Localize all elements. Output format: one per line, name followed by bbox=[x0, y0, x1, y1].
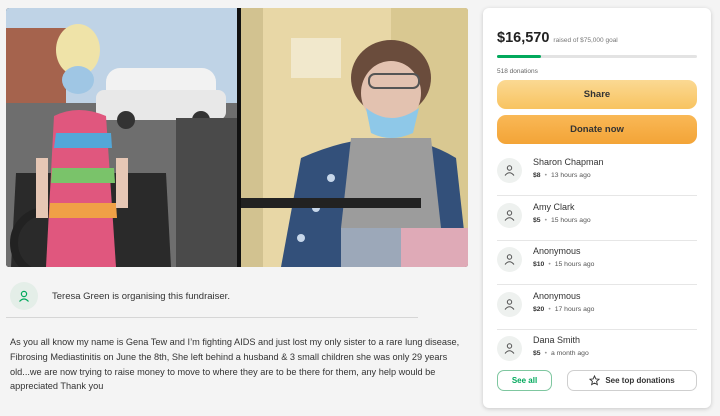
donor-time: 17 hours ago bbox=[554, 306, 595, 313]
see-top-donations-button[interactable]: See top donations bbox=[567, 370, 697, 391]
progress-bar bbox=[497, 55, 697, 58]
donation-heart-icon bbox=[497, 292, 522, 317]
donor-name: Amy Clark bbox=[533, 202, 575, 212]
donor-name: Anonymous bbox=[533, 246, 581, 256]
amount-row: $16,570 raised of $75,000 goal bbox=[497, 30, 618, 46]
amount-raised: $16,570 bbox=[497, 30, 550, 46]
organiser-row: Teresa Green is organising this fundrais… bbox=[6, 281, 468, 311]
share-button[interactable]: Share bbox=[497, 80, 697, 109]
donor-time: a month ago bbox=[550, 350, 589, 357]
donor-item: Anonymous $20 • 17 hours ago bbox=[497, 286, 697, 330]
donation-card: $16,570 raised of $75,000 goal 518 donat… bbox=[483, 8, 711, 408]
donor-meta: $20 • 17 hours ago bbox=[533, 306, 595, 313]
fundraiser-photo-hospital bbox=[241, 8, 468, 267]
donation-heart-icon bbox=[497, 203, 522, 228]
donor-name: Dana Smith bbox=[533, 335, 581, 345]
see-all-button[interactable]: See all bbox=[497, 370, 552, 391]
donor-meta: $5 • a month ago bbox=[533, 350, 589, 357]
organiser-text: Teresa Green is organising this fundrais… bbox=[52, 290, 230, 302]
fundraiser-story: As you all know my name is Gena Tew and … bbox=[10, 337, 460, 392]
donor-meta: $5 • 15 hours ago bbox=[533, 217, 591, 224]
star-icon bbox=[589, 375, 601, 386]
fundraiser-photos bbox=[6, 8, 468, 267]
donor-meta: $10 • 15 hours ago bbox=[533, 261, 595, 268]
donor-name: Anonymous bbox=[533, 291, 581, 301]
donor-amount: $8 bbox=[533, 172, 541, 179]
donor-name: Sharon Chapman bbox=[533, 157, 604, 167]
donor-meta: $8 • 13 hours ago bbox=[533, 172, 591, 179]
donor-amount: $20 bbox=[533, 306, 545, 313]
donation-heart-icon bbox=[497, 247, 522, 272]
donor-item: Amy Clark $5 • 15 hours ago bbox=[497, 197, 697, 241]
goal-text: raised of $75,000 goal bbox=[553, 37, 618, 44]
progress-fill bbox=[497, 55, 542, 58]
donor-amount: $5 bbox=[533, 350, 541, 357]
donation-heart-icon bbox=[497, 158, 522, 183]
divider bbox=[6, 317, 418, 318]
donations-count: 518 donations bbox=[497, 68, 538, 75]
donor-time: 13 hours ago bbox=[550, 172, 591, 179]
donor-amount: $10 bbox=[533, 261, 545, 268]
donor-item: Sharon Chapman $8 • 13 hours ago bbox=[497, 152, 697, 196]
donor-item: Dana Smith $5 • a month ago bbox=[497, 330, 697, 374]
see-top-donations-label: See top donations bbox=[605, 376, 675, 385]
donor-amount: $5 bbox=[533, 217, 541, 224]
donor-time: 15 hours ago bbox=[554, 261, 595, 268]
donor-time: 15 hours ago bbox=[550, 217, 591, 224]
donate-now-button[interactable]: Donate now bbox=[497, 115, 697, 144]
fundraiser-photo-wheelchair bbox=[6, 8, 237, 267]
donor-item: Anonymous $10 • 15 hours ago bbox=[497, 241, 697, 285]
donation-heart-icon bbox=[497, 336, 522, 361]
person-icon bbox=[10, 282, 38, 310]
